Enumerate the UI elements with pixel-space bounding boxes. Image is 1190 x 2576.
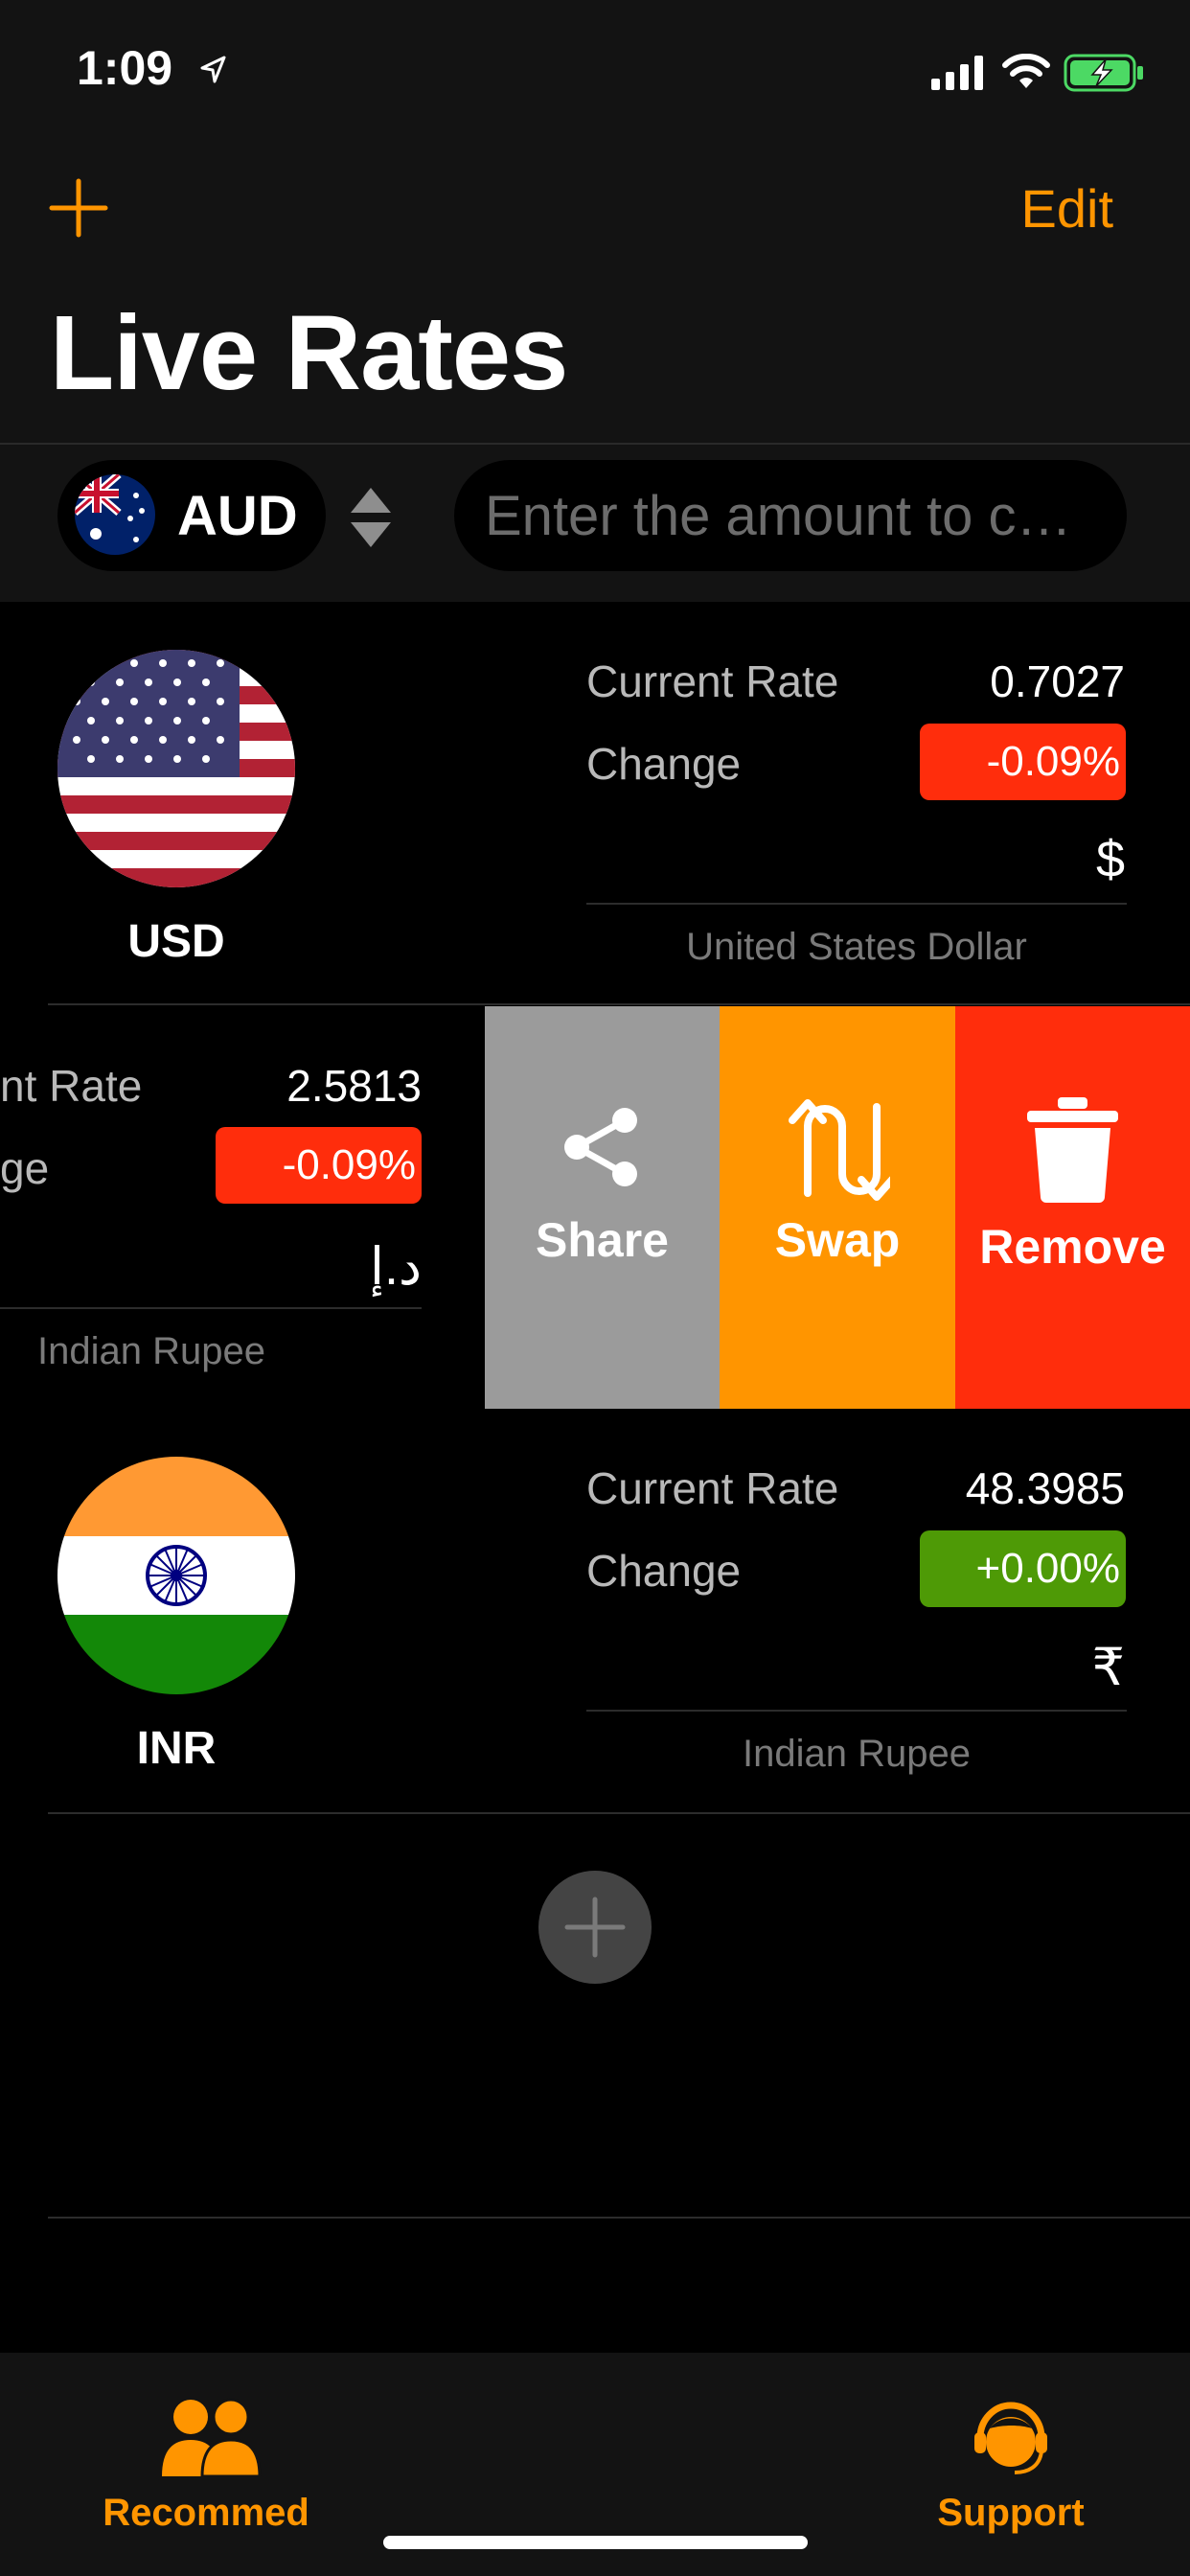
- india-flag-icon: [57, 1457, 295, 1694]
- plus-icon: [564, 1897, 626, 1958]
- divider: [586, 1710, 1127, 1712]
- home-indicator: [383, 2536, 808, 2549]
- edit-button[interactable]: Edit: [1021, 177, 1114, 240]
- add-currency-button[interactable]: [538, 1871, 652, 1984]
- remove-label: Remove: [979, 1220, 1166, 1274]
- amount-input[interactable]: [454, 460, 1127, 571]
- remove-action-button[interactable]: Remove: [955, 1006, 1190, 1409]
- change-badge: -0.09%: [920, 724, 1126, 800]
- share-icon: [564, 1108, 637, 1186]
- currency-symbol: د.إ: [369, 1238, 422, 1296]
- support-agent-icon: [974, 2402, 1047, 2474]
- currency-symbol: $: [1095, 831, 1125, 888]
- australia-flag-icon: [75, 474, 155, 555]
- tab-support[interactable]: Support: [891, 2396, 1131, 2534]
- swap-action-button[interactable]: Swap: [720, 1006, 955, 1409]
- change-badge: +0.00%: [920, 1530, 1126, 1607]
- usa-flag-icon: [57, 650, 295, 887]
- wifi-icon: [1002, 54, 1050, 88]
- share-label: Share: [536, 1213, 669, 1267]
- currency-code: USD: [127, 916, 225, 967]
- change-label: Change: [586, 1546, 742, 1596]
- sort-up-down-icon[interactable]: [347, 484, 395, 551]
- row-divider: [48, 1003, 1190, 1005]
- location-arrow-icon: [200, 56, 226, 83]
- currency-symbol: ₹: [1091, 1639, 1125, 1696]
- row-divider: [48, 1812, 1190, 1814]
- divider: [0, 1307, 422, 1309]
- tab-recommend[interactable]: Recommed: [86, 2396, 326, 2534]
- amount-input-field[interactable]: [454, 460, 1127, 571]
- add-currency-plus-icon[interactable]: [48, 177, 109, 239]
- currency-code: INR: [136, 1723, 217, 1774]
- current-rate-label: Current Rate: [586, 656, 839, 706]
- cellular-signal-icon: [931, 56, 983, 90]
- current-rate-value: 0.7027: [990, 656, 1125, 706]
- divider: [586, 903, 1127, 905]
- currency-name: Indian Rupee: [37, 1330, 265, 1372]
- change-label: ge: [0, 1143, 50, 1193]
- tab-recommend-label: Recommed: [103, 2492, 309, 2534]
- page-title: Live Rates: [50, 294, 568, 412]
- trash-icon: [1027, 1097, 1118, 1203]
- change-label: Change: [586, 739, 742, 789]
- currency-name: United States Dollar: [686, 926, 1027, 968]
- tab-support-label: Support: [937, 2492, 1085, 2534]
- base-currency-code: AUD: [177, 485, 298, 547]
- current-rate-label: nt Rate: [0, 1061, 143, 1111]
- current-rate-value: 48.3985: [965, 1463, 1125, 1513]
- swap-label: Swap: [774, 1213, 901, 1267]
- share-action-button[interactable]: Share: [485, 1006, 720, 1409]
- row-divider: [48, 2217, 1190, 2219]
- people-icon: [162, 2398, 262, 2478]
- status-time: 1:09: [77, 41, 173, 95]
- swap-icon: [789, 1099, 890, 1201]
- battery-charging-icon: [1064, 54, 1143, 92]
- current-rate-value: 2.5813: [286, 1061, 422, 1111]
- currency-name: Indian Rupee: [743, 1733, 971, 1775]
- change-badge: -0.09%: [216, 1127, 422, 1204]
- current-rate-label: Current Rate: [586, 1463, 839, 1513]
